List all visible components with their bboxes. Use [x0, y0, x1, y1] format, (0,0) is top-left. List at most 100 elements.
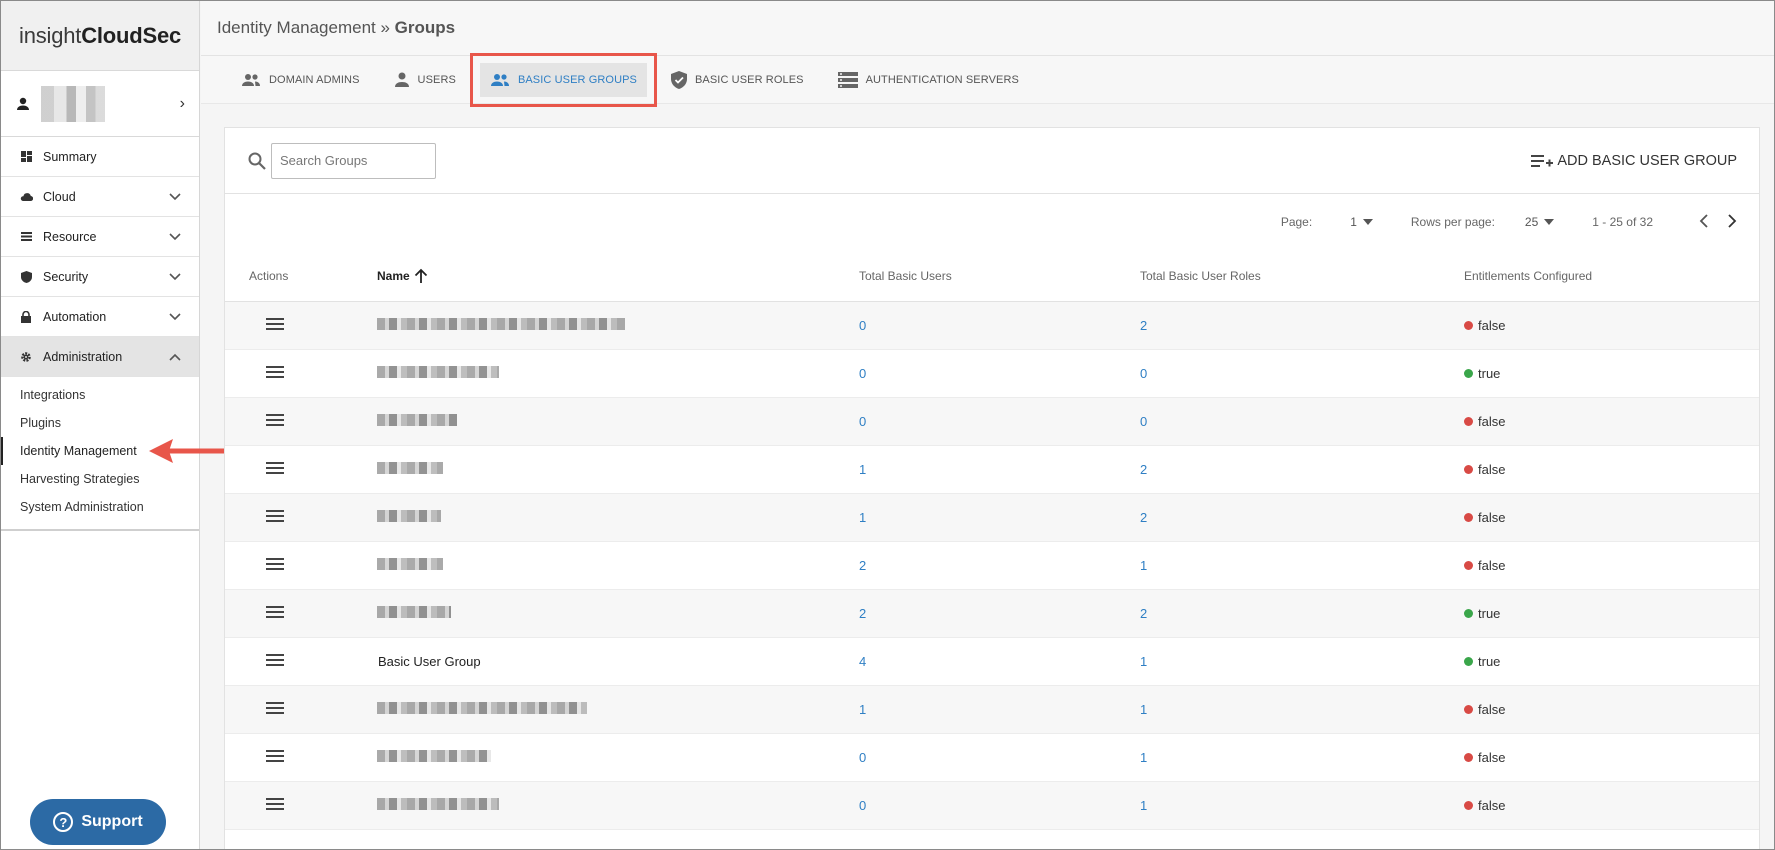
sidebar-item-summary[interactable]: Summary: [1, 137, 199, 177]
table-row[interactable]: 0 2 false: [225, 302, 1759, 350]
previous-page-button[interactable]: [1699, 212, 1709, 233]
total-basic-user-roles-link[interactable]: 0: [1140, 414, 1147, 429]
menu-icon[interactable]: [266, 750, 284, 762]
menu-icon[interactable]: [266, 798, 284, 810]
total-basic-users-link[interactable]: 1: [859, 462, 866, 477]
submenu-item-integrations[interactable]: Integrations: [1, 381, 199, 409]
total-basic-users-link[interactable]: 0: [859, 366, 866, 381]
sidebar-item-cloud[interactable]: Cloud: [1, 177, 199, 217]
table-row[interactable]: 0 0 true: [225, 350, 1759, 398]
total-basic-user-roles-link[interactable]: 1: [1140, 558, 1147, 573]
menu-icon[interactable]: [266, 414, 284, 426]
sort-ascending-icon[interactable]: [414, 268, 428, 284]
menu-icon[interactable]: [266, 366, 284, 378]
total-basic-users-link[interactable]: 0: [859, 750, 866, 765]
table-row[interactable]: Basic User Group 4 1 true: [225, 638, 1759, 686]
submenu-item-harvesting-strategies[interactable]: Harvesting Strategies: [1, 465, 199, 493]
group-name-cell: Basic User Group: [377, 654, 859, 669]
total-roles-cell: 0: [1140, 414, 1464, 429]
total-users-cell: 2: [859, 558, 1140, 573]
menu-icon[interactable]: [266, 510, 284, 522]
total-basic-users-link[interactable]: 0: [859, 414, 866, 429]
tab-label: DOMAIN ADMINS: [269, 73, 360, 86]
tab-basic-user-groups[interactable]: BASIC USER GROUPS: [469, 52, 658, 107]
support-button[interactable]: ? Support: [30, 799, 166, 845]
menu-icon[interactable]: [266, 702, 284, 714]
sidebar-item-resource[interactable]: Resource: [1, 217, 199, 257]
row-actions-cell: [225, 558, 377, 573]
row-actions-cell: [225, 414, 377, 429]
tab-domain-admins[interactable]: DOMAIN ADMINS: [231, 63, 370, 97]
menu-icon[interactable]: [266, 606, 284, 618]
sidebar-item-administration[interactable]: Administration: [1, 337, 199, 377]
group-name-cell: [377, 318, 859, 333]
table-row[interactable]: 1 2 false: [225, 494, 1759, 542]
status-dot-icon: [1464, 369, 1473, 378]
total-roles-cell: 1: [1140, 702, 1464, 717]
entitlements-cell: false: [1464, 510, 1744, 525]
tab-authentication-servers[interactable]: AUTHENTICATION SERVERS: [828, 63, 1029, 97]
total-basic-user-roles-link[interactable]: 1: [1140, 798, 1147, 813]
total-basic-user-roles-link[interactable]: 1: [1140, 750, 1147, 765]
total-basic-user-roles-link[interactable]: 2: [1140, 462, 1147, 477]
total-users-cell: 0: [859, 414, 1140, 429]
table-row[interactable]: 1 1 false: [225, 686, 1759, 734]
total-basic-users-link[interactable]: 1: [859, 510, 866, 525]
status-dot-icon: [1464, 705, 1473, 714]
page-label: Page:: [1280, 215, 1313, 229]
sidebar-item-security[interactable]: Security: [1, 257, 199, 297]
rows-per-page-select[interactable]: 25: [1525, 215, 1555, 229]
table-row[interactable]: 2 1 false: [225, 542, 1759, 590]
row-actions-cell: [225, 702, 377, 717]
column-header-total-basic-users[interactable]: Total Basic Users: [859, 269, 1140, 283]
page-select[interactable]: 1: [1350, 215, 1373, 229]
redacted-group-name: [377, 558, 443, 570]
total-basic-user-roles-link[interactable]: 0: [1140, 366, 1147, 381]
column-header-name[interactable]: Name: [377, 268, 859, 284]
tab-basic-user-roles[interactable]: BASIC USER ROLES: [661, 63, 814, 97]
column-header-entitlements-configured[interactable]: Entitlements Configured: [1464, 269, 1744, 283]
total-basic-users-link[interactable]: 2: [859, 606, 866, 621]
tab-users[interactable]: USERS: [384, 63, 466, 97]
total-users-cell: 1: [859, 702, 1140, 717]
entitlements-cell: false: [1464, 414, 1744, 429]
menu-icon[interactable]: [266, 654, 284, 666]
search-input[interactable]: [271, 142, 436, 179]
total-basic-user-roles-link[interactable]: 1: [1140, 654, 1147, 669]
sidebar-item-automation[interactable]: Automation: [1, 297, 199, 337]
total-basic-users-link[interactable]: 0: [859, 798, 866, 813]
chevron-up-icon: [169, 350, 181, 364]
total-roles-cell: 2: [1140, 510, 1464, 525]
breadcrumb-parent[interactable]: Identity Management: [217, 18, 376, 38]
add-basic-user-group-button[interactable]: ADD BASIC USER GROUP: [1531, 153, 1737, 169]
total-basic-users-link[interactable]: 0: [859, 318, 866, 333]
total-basic-users-link[interactable]: 4: [859, 654, 866, 669]
row-actions-cell: [225, 606, 377, 621]
next-page-button[interactable]: [1727, 212, 1737, 233]
user-menu[interactable]: ›: [1, 71, 199, 137]
column-header-total-basic-user-roles[interactable]: Total Basic User Roles: [1140, 269, 1464, 283]
total-basic-user-roles-link[interactable]: 2: [1140, 318, 1147, 333]
total-basic-users-link[interactable]: 2: [859, 558, 866, 573]
app-logo[interactable]: insight CloudSec: [1, 1, 199, 71]
submenu-item-plugins[interactable]: Plugins: [1, 409, 199, 437]
menu-icon[interactable]: [266, 558, 284, 570]
total-basic-user-roles-link[interactable]: 1: [1140, 702, 1147, 717]
table-row[interactable]: 0 0 false: [225, 398, 1759, 446]
entitlements-value: false: [1478, 462, 1506, 477]
table-row[interactable]: 2 2 true: [225, 590, 1759, 638]
total-roles-cell: 2: [1140, 606, 1464, 621]
redacted-username: [41, 85, 105, 122]
menu-icon[interactable]: [266, 318, 284, 330]
total-basic-user-roles-link[interactable]: 2: [1140, 606, 1147, 621]
group-name-cell: [377, 606, 859, 621]
total-basic-users-link[interactable]: 1: [859, 702, 866, 717]
table-row[interactable]: 0 1 false: [225, 782, 1759, 830]
group-name[interactable]: Basic User Group: [378, 654, 481, 669]
total-basic-user-roles-link[interactable]: 2: [1140, 510, 1147, 525]
menu-icon[interactable]: [266, 462, 284, 474]
table-row[interactable]: 0 1 false: [225, 734, 1759, 782]
submenu-item-system-administration[interactable]: System Administration: [1, 493, 199, 521]
tab-label: USERS: [417, 73, 456, 86]
table-row[interactable]: 1 2 false: [225, 446, 1759, 494]
